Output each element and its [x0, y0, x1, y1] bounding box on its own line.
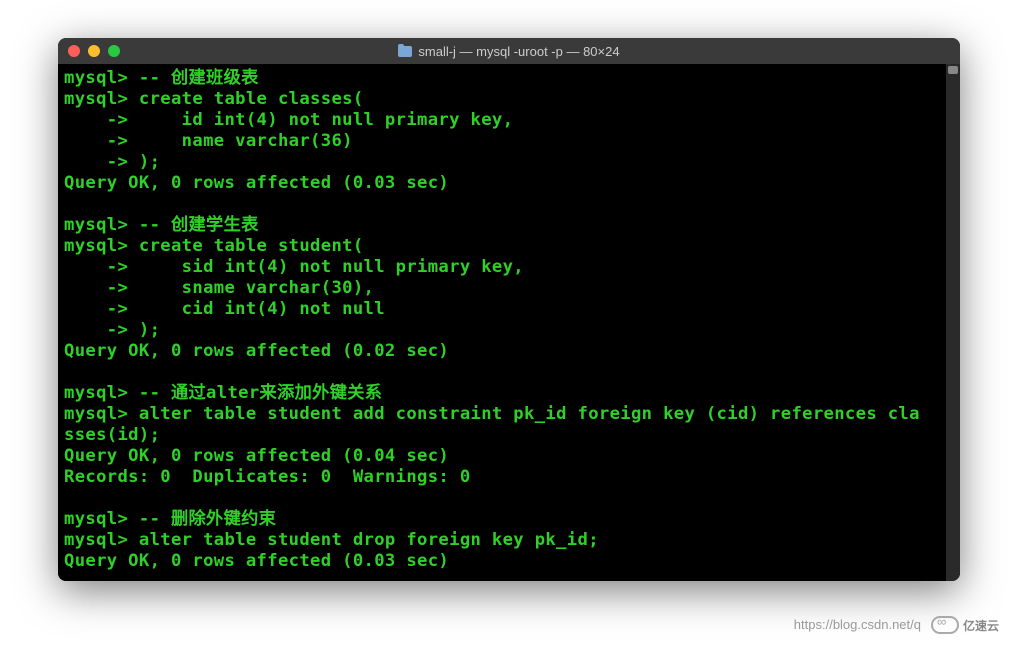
window-title: small-j — mysql -uroot -p — 80×24: [58, 44, 960, 59]
watermark-logo: 亿速云: [931, 610, 1009, 640]
folder-icon: [398, 46, 412, 57]
terminal-body[interactable]: mysql> -- 创建班级表 mysql> create table clas…: [58, 64, 960, 581]
watermark-url: https://blog.csdn.net/q: [794, 617, 921, 632]
close-button[interactable]: [68, 45, 80, 57]
window-title-text: small-j — mysql -uroot -p — 80×24: [418, 44, 619, 59]
title-bar: small-j — mysql -uroot -p — 80×24: [58, 38, 960, 64]
terminal-output: mysql> -- 创建班级表 mysql> create table clas…: [64, 68, 954, 572]
terminal-window: small-j — mysql -uroot -p — 80×24 mysql>…: [58, 38, 960, 581]
traffic-lights: [68, 45, 120, 57]
minimize-button[interactable]: [88, 45, 100, 57]
watermark-brand: 亿速云: [963, 617, 999, 634]
maximize-button[interactable]: [108, 45, 120, 57]
scrollbar-track[interactable]: [946, 64, 960, 581]
cloud-icon: [931, 616, 959, 634]
scrollbar-thumb[interactable]: [948, 66, 958, 74]
